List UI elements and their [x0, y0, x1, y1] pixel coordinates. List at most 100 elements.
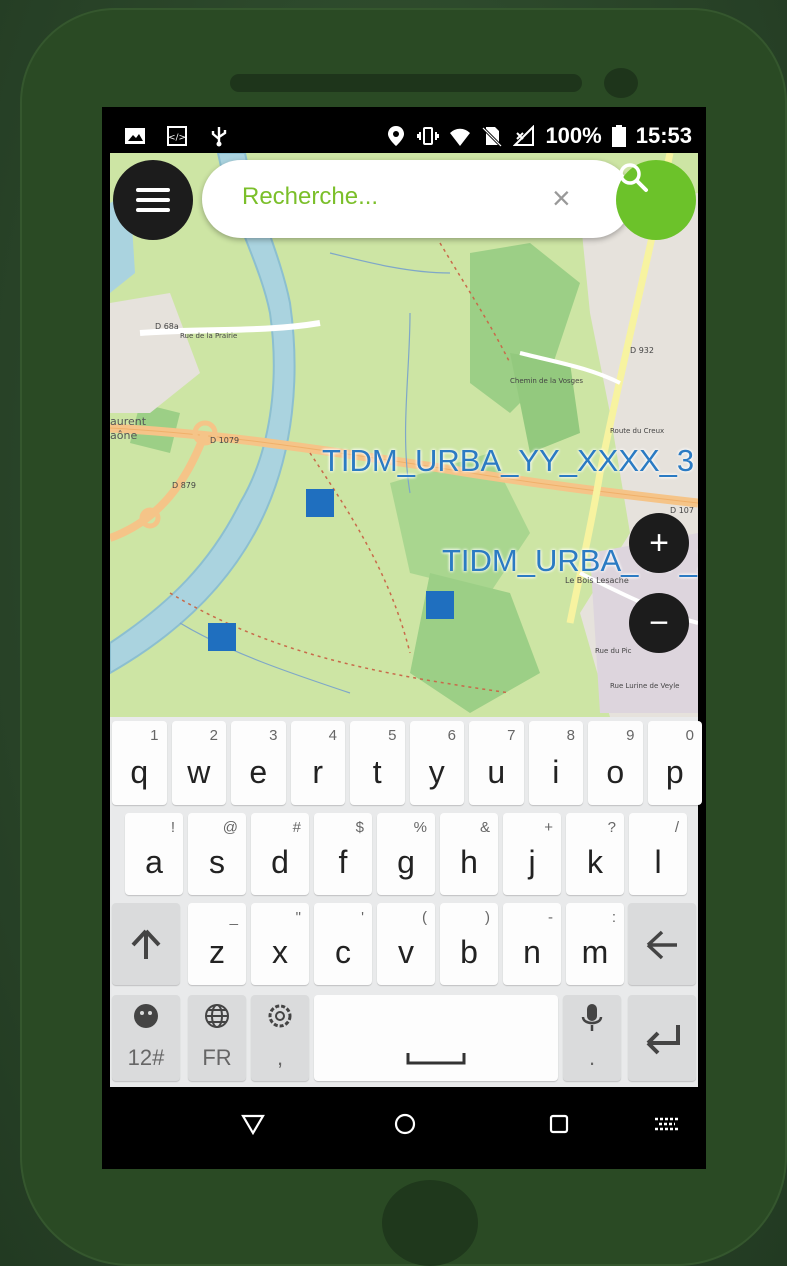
backspace-key[interactable] — [628, 903, 696, 985]
key-keyboard-row3-4[interactable]: ) b — [440, 903, 498, 985]
key-keyboard-row1-1[interactable]: 2w — [171, 721, 226, 805]
key-letter: o — [606, 754, 625, 790]
clock: 15:53 — [635, 123, 692, 148]
key-hint: 6 — [447, 727, 456, 744]
enter-key[interactable] — [628, 995, 696, 1081]
key-hint: 1 — [150, 727, 159, 744]
key-hint: 7 — [507, 727, 516, 744]
search-icon — [619, 163, 648, 192]
key-keyboard-row3-1[interactable]: " x — [251, 903, 309, 985]
key-keyboard-row2-4[interactable]: % g — [377, 813, 435, 895]
road-label: D 1079 — [210, 436, 239, 445]
map-feature-marker[interactable] — [208, 623, 236, 651]
key-keyboard-row2-8[interactable]: / l — [629, 813, 687, 895]
phone-camera — [604, 68, 638, 98]
key-keyboard-row1-6[interactable]: 7u — [469, 721, 524, 805]
home-nav-button[interactable] — [390, 1109, 420, 1139]
recents-nav-button[interactable] — [544, 1109, 574, 1139]
key-keyboard-row1-4[interactable]: 5t — [350, 721, 405, 805]
key-keyboard-row3-3[interactable]: (v — [377, 903, 435, 985]
phone-home-button[interactable] — [382, 1180, 478, 1266]
on-screen-keyboard: 1 q 2 w 3 e 4 r 5 t 6 y 7 u 8 i 9 o 0 p! a @ s # d $ f% g & h + j? k / l _ z… — [110, 717, 702, 1087]
voice-key[interactable]: . — [563, 995, 621, 1081]
settings-key[interactable]: , — [251, 995, 309, 1081]
backspace-arrow-icon — [646, 930, 677, 960]
key-keyboard-row1-7[interactable]: 8i — [528, 721, 583, 805]
back-triangle-icon — [241, 1114, 265, 1135]
key-keyboard-row2-0[interactable]: ! a — [125, 813, 183, 895]
symbols-key[interactable]: 12# — [112, 995, 180, 1081]
key-keyboard-row3-2[interactable]: ' c — [314, 903, 372, 985]
search-input[interactable] — [240, 182, 544, 212]
key-keyboard-row1-0[interactable]: 1q — [112, 721, 167, 805]
key-letter: i — [552, 754, 560, 790]
key-hint: 4 — [328, 727, 337, 744]
enter-arrow-icon — [646, 1025, 680, 1055]
key-letter: p — [665, 754, 684, 790]
key-letter: z — [209, 934, 225, 970]
key-letter: q — [130, 754, 149, 790]
signal-icon — [513, 125, 535, 146]
road-label: Route du Creux — [610, 427, 664, 435]
phone-speaker — [230, 74, 582, 92]
map-feature-marker[interactable] — [306, 489, 334, 517]
key-hint: # — [292, 819, 301, 836]
key-keyboard-row2-3[interactable]: $ f — [314, 813, 372, 895]
key-letter: y — [428, 754, 445, 790]
settings-sub-label: , — [276, 1045, 284, 1070]
keyboard-switch-button[interactable] — [652, 1109, 682, 1139]
feature-label[interactable]: TIDM_URBA_YY_XXXX_3 — [322, 443, 694, 479]
usb-icon — [211, 127, 227, 147]
key-hint: _ — [229, 909, 238, 926]
phone-screen: </> 100% 15:53 D 68a Rue de la Prairie D… — [102, 107, 706, 1169]
key-letter: f — [338, 844, 348, 880]
zoom-out-button[interactable]: − — [629, 593, 689, 653]
key-hint: " — [295, 909, 301, 926]
road-label: Chemin de la Vosges — [510, 377, 583, 385]
key-hint: 8 — [566, 727, 575, 744]
key-hint: + — [544, 819, 553, 836]
key-keyboard-row1-2[interactable]: 3e — [231, 721, 286, 805]
key-keyboard-row2-1[interactable]: @ s — [188, 813, 246, 895]
key-letter: v — [398, 934, 414, 970]
map-view[interactable]: D 68a Rue de la Prairie D 1079 D 879 D 9… — [110, 153, 698, 717]
key-letter: g — [397, 844, 415, 880]
home-circle-icon — [394, 1113, 416, 1135]
keyboard-icon — [655, 1117, 679, 1131]
key-hint: @ — [222, 819, 238, 836]
back-nav-button[interactable] — [238, 1109, 268, 1139]
key-keyboard-row1-3[interactable]: 4r — [290, 721, 345, 805]
key-letter: u — [487, 754, 506, 790]
key-keyboard-row3-5[interactable]: -n — [503, 903, 561, 985]
key-letter: w — [187, 754, 211, 790]
key-hint: ? — [607, 819, 616, 836]
key-keyboard-row2-7[interactable]: ? k — [566, 813, 624, 895]
key-letter: j — [528, 844, 536, 880]
key-keyboard-row3-6[interactable]: :m — [566, 903, 624, 985]
key-keyboard-row2-5[interactable]: & h — [440, 813, 498, 895]
zoom-in-button[interactable]: + — [629, 513, 689, 573]
clear-search-button[interactable]: × — [552, 180, 571, 216]
key-keyboard-row1-5[interactable]: 6y — [409, 721, 464, 805]
search-button[interactable] — [616, 160, 696, 240]
key-letter: r — [312, 754, 324, 790]
menu-button[interactable] — [113, 160, 193, 240]
key-letter: c — [335, 934, 351, 970]
key-keyboard-row1-9[interactable]: 0p — [647, 721, 702, 805]
voice-sub-label: . — [588, 1045, 596, 1070]
key-keyboard-row3-0[interactable]: _ z — [188, 903, 246, 985]
key-keyboard-row1-8[interactable]: 9o — [588, 721, 643, 805]
map-feature-marker[interactable] — [426, 591, 454, 619]
recents-square-icon — [549, 1114, 569, 1134]
road-label: Rue Lurine de Veyle — [610, 682, 679, 690]
road-label: D 932 — [630, 346, 654, 355]
shift-key[interactable] — [112, 903, 180, 985]
key-keyboard-row2-6[interactable]: + j — [503, 813, 561, 895]
key-hint: $ — [355, 819, 364, 836]
key-keyboard-row2-2[interactable]: # d — [251, 813, 309, 895]
key-hint: 9 — [626, 727, 635, 744]
globe-icon — [205, 1004, 229, 1028]
space-key[interactable] — [314, 995, 558, 1081]
key-letter: k — [587, 844, 603, 880]
language-key[interactable]: FR — [188, 995, 246, 1081]
